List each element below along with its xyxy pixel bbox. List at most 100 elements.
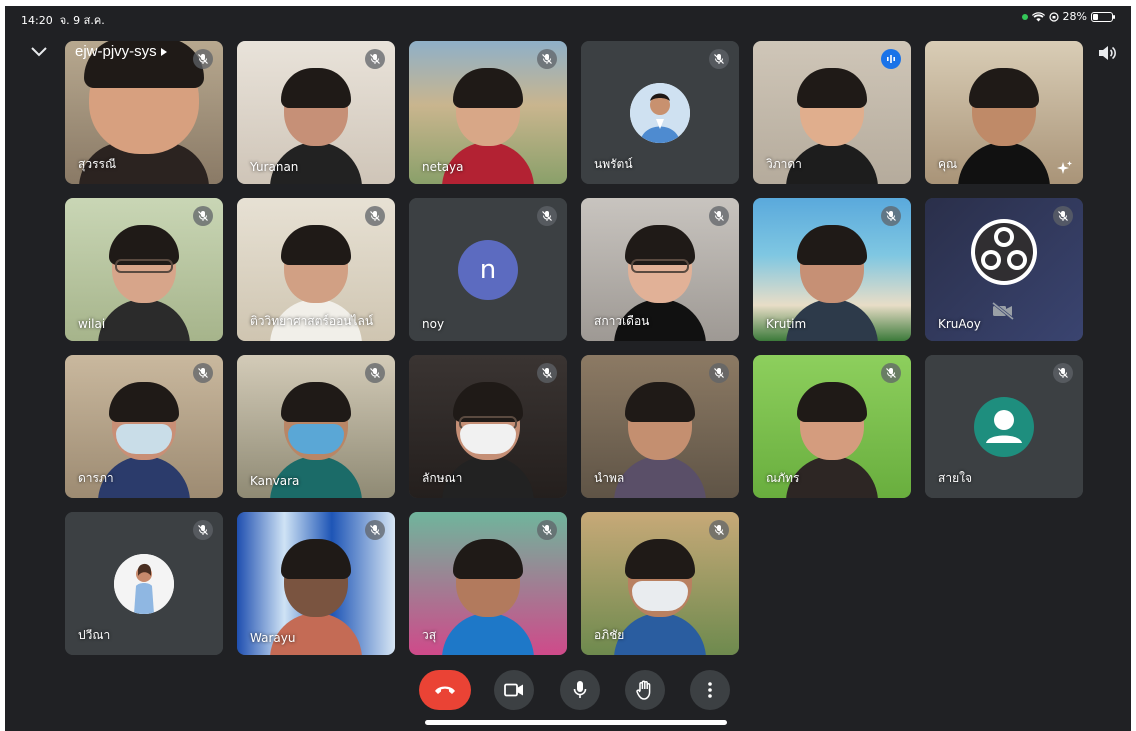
more-options-button[interactable]	[690, 670, 730, 710]
raise-hand-button[interactable]	[625, 670, 665, 710]
participant-tile[interactable]: netaya	[409, 41, 567, 184]
mic-off-icon	[370, 368, 380, 378]
microphone-icon	[573, 681, 587, 698]
participant-tile[interactable]: ณภัทร	[753, 355, 911, 498]
muted-indicator	[537, 206, 557, 226]
participant-figure	[614, 539, 706, 655]
muted-indicator	[1053, 206, 1073, 226]
participant-tile[interactable]: สายใจ	[925, 355, 1083, 498]
muted-indicator	[365, 206, 385, 226]
participant-tile[interactable]: ดารภา	[65, 355, 223, 498]
participant-name: นพรัตน์	[594, 157, 633, 171]
participant-tile[interactable]: สกาวเดือน	[581, 198, 739, 341]
participant-figure	[442, 539, 534, 655]
muted-indicator	[193, 520, 213, 540]
participant-tile[interactable]: Warayu	[237, 512, 395, 655]
video-camera-icon	[504, 683, 523, 697]
battery-percent: 28%	[1062, 10, 1087, 23]
participant-tile[interactable]: วิภาดา	[753, 41, 911, 184]
mic-off-icon	[542, 525, 552, 535]
participant-figure	[958, 68, 1050, 184]
participant-name: วิภาดา	[766, 157, 802, 171]
end-call-button[interactable]	[419, 670, 471, 710]
participant-tile[interactable]: ติววิทยาศาสตร์ออนไลน์	[237, 198, 395, 341]
camera-toggle-button[interactable]	[494, 670, 534, 710]
status-date: จ. 9 ส.ค.	[59, 14, 105, 27]
participant-name: Krutim	[766, 317, 807, 331]
letter-avatar: n	[458, 239, 518, 300]
collapse-button[interactable]	[27, 42, 51, 62]
mic-off-icon	[1058, 368, 1068, 378]
mic-off-icon	[370, 211, 380, 221]
participant-tile[interactable]: Krutim	[753, 198, 911, 341]
participant-figure	[614, 382, 706, 498]
participant-tile[interactable]: KruAoy	[925, 198, 1083, 341]
participant-name: สุวรรณี	[78, 157, 117, 171]
mic-off-icon	[542, 211, 552, 221]
participant-tile[interactable]: ลักษณา	[409, 355, 567, 498]
participant-name: ปวีณา	[78, 628, 111, 642]
speaking-indicator	[881, 49, 901, 69]
participant-name: ณภัทร	[766, 471, 800, 485]
status-bar: 14:20 จ. 9 ส.ค. 28%	[5, 6, 1131, 28]
participant-name: Yuranan	[250, 160, 299, 174]
mic-off-icon	[714, 368, 724, 378]
participant-tile[interactable]: นพรัตน์	[581, 41, 739, 184]
participant-name: สกาวเดือน	[594, 314, 650, 328]
participant-tile[interactable]: สุวรรณี	[65, 41, 223, 184]
participant-tile[interactable]: นำพล	[581, 355, 739, 498]
muted-indicator	[365, 520, 385, 540]
effects-icon[interactable]	[1057, 160, 1073, 176]
meet-screen: 14:20 จ. 9 ส.ค. 28% ejw-pjvy-sys สุวรรณี…	[5, 6, 1131, 731]
muted-indicator	[709, 520, 729, 540]
participant-tile[interactable]: Kanvara	[237, 355, 395, 498]
mic-off-icon	[1058, 211, 1068, 221]
battery-icon	[1091, 11, 1115, 22]
participant-name: KruAoy	[938, 317, 981, 331]
participant-name: คุณ	[938, 157, 958, 171]
audio-level-icon	[887, 55, 895, 63]
meeting-code[interactable]: ejw-pjvy-sys	[75, 43, 167, 60]
phone-hangup-icon	[435, 686, 455, 694]
status-right: 28%	[1021, 10, 1115, 23]
muted-indicator	[193, 206, 213, 226]
mic-off-icon	[198, 368, 208, 378]
participant-name: netaya	[422, 160, 464, 174]
participant-tile[interactable]: อภิชัย	[581, 512, 739, 655]
default-avatar-icon	[974, 396, 1034, 457]
mic-off-icon	[198, 54, 208, 64]
status-time: 14:20 จ. 9 ส.ค.	[21, 14, 105, 27]
mic-off-icon	[886, 368, 896, 378]
muted-indicator	[709, 49, 729, 69]
audio-output-button[interactable]	[1095, 42, 1119, 64]
participant-tile[interactable]: วสุ	[409, 512, 567, 655]
muted-indicator	[881, 206, 901, 226]
lock-rotation-icon	[1048, 11, 1059, 22]
participant-name: Kanvara	[250, 474, 300, 488]
participant-name: noy	[422, 317, 445, 331]
home-indicator[interactable]	[425, 720, 727, 725]
muted-indicator	[709, 206, 729, 226]
more-vertical-icon	[708, 682, 712, 698]
mic-off-icon	[714, 525, 724, 535]
wifi-icon	[1031, 11, 1045, 21]
participant-figure	[98, 225, 190, 341]
muted-indicator	[193, 49, 213, 69]
participant-name: ติววิทยาศาสตร์ออนไลน์	[250, 314, 374, 328]
mic-off-icon	[714, 54, 724, 64]
mic-off-icon	[370, 54, 380, 64]
obs-logo-icon	[969, 217, 1039, 287]
participant-name: สายใจ	[938, 471, 972, 485]
camera-in-use-icon	[1021, 13, 1028, 20]
muted-indicator	[537, 520, 557, 540]
participant-name: ดารภา	[78, 471, 114, 485]
microphone-toggle-button[interactable]	[560, 670, 600, 710]
participant-name: ลักษณา	[422, 471, 463, 485]
participant-tile[interactable]: wilai	[65, 198, 223, 341]
participant-tile[interactable]: ปวีณา	[65, 512, 223, 655]
participant-tile[interactable]: Yuranan	[237, 41, 395, 184]
participant-name: นำพล	[594, 471, 625, 485]
participant-name: อภิชัย	[594, 628, 625, 642]
participant-tile[interactable]: คุณ	[925, 41, 1083, 184]
participant-tile[interactable]: n noy	[409, 198, 567, 341]
